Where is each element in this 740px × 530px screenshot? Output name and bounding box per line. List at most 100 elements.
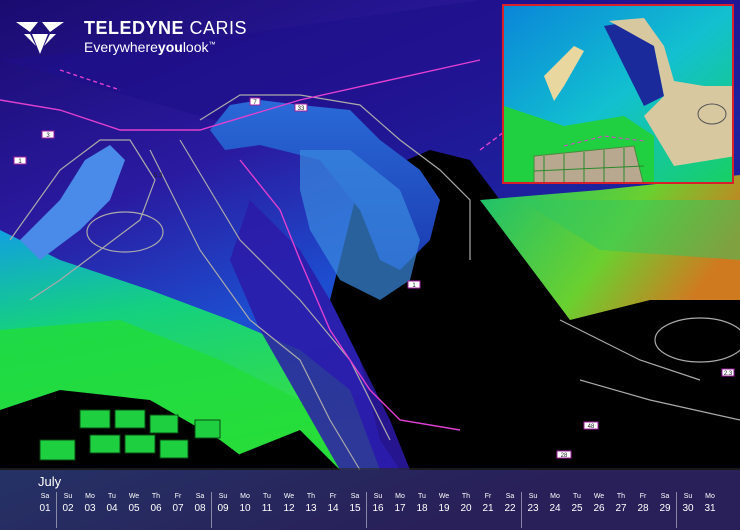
date-number: 27 — [615, 503, 627, 514]
weekday-label: We — [283, 493, 295, 500]
tagline-bold: you — [157, 39, 183, 55]
date-number: 10 — [239, 503, 251, 514]
date-number: 05 — [128, 503, 140, 514]
date-number: 09 — [217, 503, 229, 514]
weekday-label: Th — [616, 493, 626, 500]
calendar-day: We 12 — [278, 492, 300, 528]
map-sounding-label: 28 — [561, 453, 568, 459]
date-number: 24 — [549, 503, 561, 514]
date-number: 02 — [62, 503, 74, 514]
calendar-day: Sa 22 — [499, 492, 521, 528]
calendar-day: We 05 — [123, 492, 145, 528]
weekday-label: Tu — [108, 493, 116, 500]
calendar-strip: July Sa 01 Su 02 Mo 03 Tu 04 We 05 Th 06 Fr 07 Sa 08 Su 0… — [0, 468, 740, 530]
map-sounding-label: 33 — [298, 106, 305, 112]
weekday-label: We — [593, 493, 605, 500]
weekday-label: Su — [218, 493, 228, 500]
weekday-label: Tu — [418, 493, 426, 500]
date-number: 13 — [305, 503, 317, 514]
calendar-day: Fr 21 — [477, 492, 499, 528]
calendar-day: Mo 10 — [234, 492, 256, 528]
map-sounding-label: 2.3 — [724, 371, 733, 377]
date-number: 15 — [349, 503, 361, 514]
calendar-day: Fr 07 — [167, 492, 189, 528]
weekday-label: Th — [461, 493, 471, 500]
calendar-day: Sa 29 — [654, 492, 676, 528]
weekday-label: Mo — [705, 493, 715, 500]
calendar-day: Tu 11 — [256, 492, 278, 528]
weekday-label: Sa — [505, 493, 515, 500]
weekday-label: Fr — [174, 493, 182, 500]
calendar-day: Su 16 — [366, 492, 389, 528]
calendar-day: Mo 24 — [544, 492, 566, 528]
date-number: 19 — [438, 503, 450, 514]
calendar-day: We 26 — [588, 492, 610, 528]
date-number: 31 — [704, 503, 716, 514]
calendar-day: Fr 14 — [322, 492, 344, 528]
date-number: 18 — [416, 503, 428, 514]
weekday-label: Sa — [660, 493, 670, 500]
date-number: 28 — [637, 503, 649, 514]
date-number: 29 — [659, 503, 671, 514]
calendar-day: Th 27 — [610, 492, 632, 528]
weekday-label: Fr — [484, 493, 492, 500]
tagline-post: look — [182, 39, 209, 55]
weekday-label: Sa — [195, 493, 205, 500]
month-label: July — [38, 474, 62, 489]
date-number: 01 — [39, 503, 51, 514]
calendar-day: Th 13 — [300, 492, 322, 528]
date-number: 03 — [84, 503, 96, 514]
teledyne-caris-logo: TELEDYNE CARIS Everywhereyoulook™ — [14, 14, 254, 58]
date-number: 06 — [150, 503, 162, 514]
date-number: 04 — [106, 503, 118, 514]
logo-mark-icon — [16, 22, 64, 54]
calendar-day: Sa 15 — [344, 492, 366, 528]
calendar-day: Th 06 — [145, 492, 167, 528]
weekday-label: Mo — [85, 493, 95, 500]
calendar-day: Su 09 — [211, 492, 234, 528]
weekday-label: Th — [151, 493, 161, 500]
calendar-day: Su 23 — [521, 492, 544, 528]
date-number: 26 — [593, 503, 605, 514]
weekday-label: Fr — [639, 493, 647, 500]
calendar-day: Su 02 — [56, 492, 79, 528]
inset-map — [502, 4, 734, 184]
weekday-label: We — [128, 493, 140, 500]
calendar-day: Th 20 — [455, 492, 477, 528]
calendar-day: Mo 31 — [699, 492, 721, 528]
trademark: ™ — [208, 41, 216, 49]
map-sounding-label: 5.3 — [154, 173, 163, 179]
date-number: 16 — [372, 503, 384, 514]
weekday-label: Su — [528, 493, 538, 500]
date-number: 08 — [194, 503, 206, 514]
date-number: 17 — [394, 503, 406, 514]
weekday-label: Mo — [395, 493, 405, 500]
weekday-label: Su — [683, 493, 693, 500]
date-number: 20 — [460, 503, 472, 514]
weekday-label: Mo — [240, 493, 250, 500]
calendar-day: Tu 18 — [411, 492, 433, 528]
day-row: Sa 01 Su 02 Mo 03 Tu 04 We 05 Th 06 Fr 07 Sa 08 Su 09 Mo 10… — [34, 492, 724, 528]
weekday-label: Mo — [550, 493, 560, 500]
date-number: 21 — [482, 503, 494, 514]
calendar-day: Mo 17 — [389, 492, 411, 528]
inset-bathymetry — [504, 6, 732, 182]
weekday-label: Su — [373, 493, 383, 500]
weekday-label: Tu — [573, 493, 581, 500]
calendar-day: We 19 — [433, 492, 455, 528]
date-number: 23 — [527, 503, 539, 514]
tagline-pre: Everywhere — [84, 39, 158, 55]
weekday-label: Sa — [350, 493, 360, 500]
date-number: 25 — [571, 503, 583, 514]
weekday-label: Th — [306, 493, 316, 500]
calendar-day: Mo 03 — [79, 492, 101, 528]
weekday-label: We — [438, 493, 450, 500]
date-number: 12 — [283, 503, 295, 514]
date-number: 14 — [327, 503, 339, 514]
map-sounding-label: 48 — [588, 424, 595, 430]
tagline: Everywhereyoulook™ — [84, 39, 216, 55]
brand-bold: TELEDYNE — [84, 18, 185, 38]
date-number: 30 — [682, 503, 694, 514]
calendar-day: Fr 28 — [632, 492, 654, 528]
calendar-day: Tu 25 — [566, 492, 588, 528]
